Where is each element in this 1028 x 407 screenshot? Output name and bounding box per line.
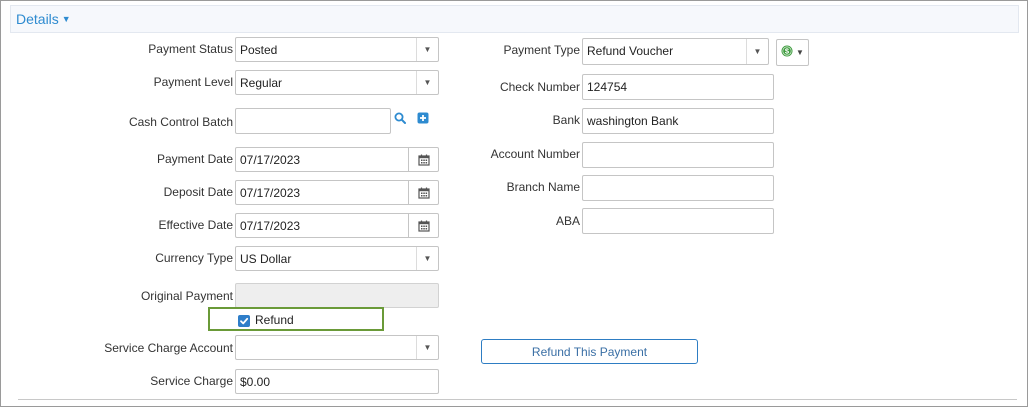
aba-input[interactable]	[582, 208, 774, 234]
payment-type-value: Refund Voucher	[587, 44, 674, 58]
deposit-date-label: Deposit Date	[163, 185, 233, 199]
payment-date-input[interactable]: 07/17/2023	[235, 147, 439, 172]
currency-type-select[interactable]: US Dollar ▼	[235, 246, 439, 271]
chevron-down-icon[interactable]: ▼	[416, 247, 438, 270]
effective-date-value: 07/17/2023	[240, 219, 301, 233]
section-title: Details	[16, 11, 59, 27]
service-charge-value: $0.00	[240, 375, 271, 389]
chevron-down-icon: ▼	[796, 48, 804, 57]
deposit-date-value: 07/17/2023	[240, 186, 301, 200]
refund-highlight: Refund	[208, 307, 384, 331]
chevron-down-icon[interactable]: ▼	[416, 336, 438, 359]
currency-type-value: US Dollar	[240, 252, 292, 266]
branch-name-input[interactable]	[582, 175, 774, 201]
divider	[18, 399, 1017, 400]
payment-level-label: Payment Level	[153, 75, 233, 89]
chevron-down-icon[interactable]: ▼	[746, 39, 768, 64]
calendar-icon[interactable]	[408, 181, 438, 204]
service-charge-account-label: Service Charge Account	[104, 341, 233, 355]
payment-status-select[interactable]: Posted ▼	[235, 37, 439, 62]
refund-checkbox[interactable]	[238, 315, 250, 327]
dollar-coin-icon: $	[781, 45, 793, 57]
details-header: Details ▼	[10, 5, 1019, 33]
refund-label: Refund	[255, 313, 294, 327]
payment-level-select[interactable]: Regular ▼	[235, 70, 439, 95]
payment-date-value: 07/17/2023	[240, 153, 301, 167]
bank-input[interactable]: washington Bank	[582, 108, 774, 134]
branch-name-label: Branch Name	[506, 180, 580, 194]
payment-level-value: Regular	[240, 76, 283, 90]
bank-value: washington Bank	[587, 114, 679, 128]
cash-control-batch-label: Cash Control Batch	[128, 115, 233, 129]
deposit-date-input[interactable]: 07/17/2023	[235, 180, 439, 205]
account-number-label: Account Number	[490, 147, 580, 161]
effective-date-input[interactable]: 07/17/2023	[235, 213, 439, 238]
calendar-icon[interactable]	[408, 148, 438, 171]
service-charge-account-select[interactable]: ▼	[235, 335, 439, 360]
check-number-label: Check Number	[499, 80, 580, 94]
currency-type-label: Currency Type	[155, 251, 233, 265]
checkmark-icon	[240, 317, 249, 325]
calendar-icon[interactable]	[408, 214, 438, 237]
payment-type-label: Payment Type	[503, 43, 581, 57]
caret-down-icon: ▼	[61, 14, 71, 24]
effective-date-label: Effective Date	[158, 218, 233, 232]
payment-status-value: Posted	[240, 43, 278, 57]
currency-menu-button[interactable]: $ ▼	[776, 39, 809, 66]
payment-type-select[interactable]: Refund Voucher ▼	[582, 38, 769, 65]
details-panel: Details ▼ Payment Status Posted ▼ Paymen…	[0, 0, 1028, 407]
original-payment-input	[235, 283, 439, 308]
payment-date-label: Payment Date	[156, 152, 233, 166]
check-number-input[interactable]: 124754	[582, 74, 774, 100]
search-icon[interactable]	[393, 111, 407, 125]
check-number-value: 124754	[587, 80, 628, 94]
cash-control-batch-input[interactable]	[235, 108, 391, 134]
chevron-down-icon[interactable]: ▼	[416, 38, 438, 61]
details-toggle[interactable]: Details ▼	[16, 11, 71, 27]
chevron-down-icon[interactable]: ▼	[416, 71, 438, 94]
service-charge-input[interactable]: $0.00	[235, 369, 439, 394]
service-charge-label: Service Charge	[150, 374, 233, 388]
plus-square-icon[interactable]	[416, 111, 430, 125]
bank-label: Bank	[552, 113, 580, 127]
account-number-input[interactable]	[582, 142, 774, 168]
original-payment-label: Original Payment	[140, 289, 233, 303]
payment-status-label: Payment Status	[148, 42, 233, 56]
refund-this-payment-button[interactable]: Refund This Payment	[481, 339, 698, 364]
aba-label: ABA	[555, 214, 580, 228]
